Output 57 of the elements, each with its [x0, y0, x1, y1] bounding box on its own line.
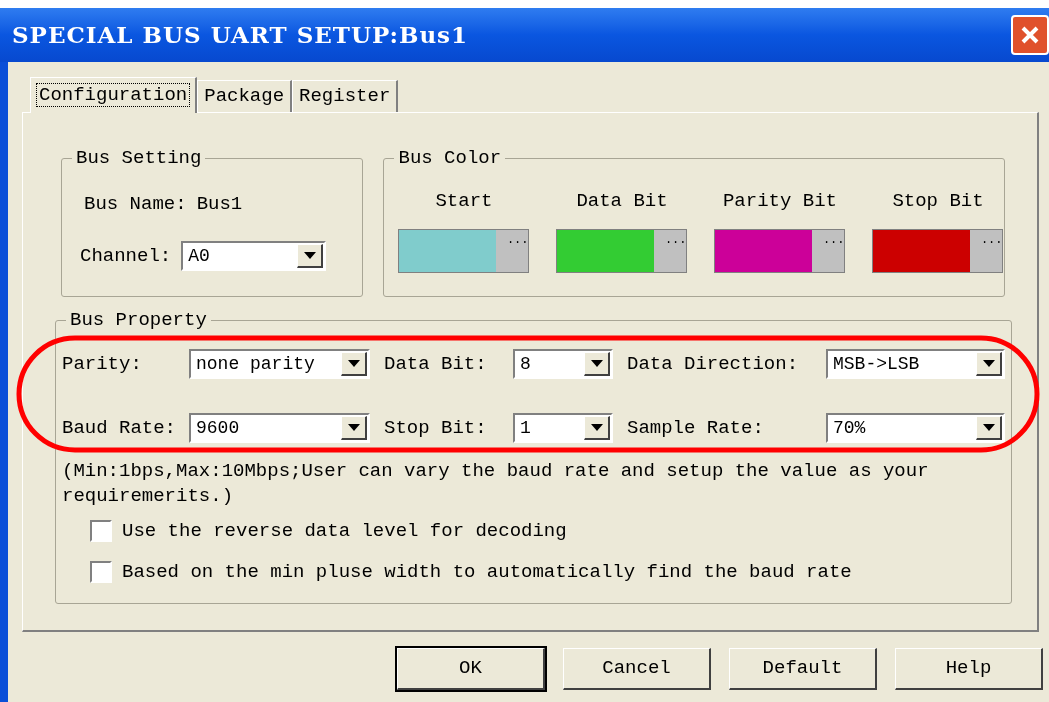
- more-button[interactable]: ...: [812, 230, 845, 272]
- tab[interactable]: Register: [292, 80, 399, 112]
- caret-down-icon: [590, 360, 603, 367]
- close-button[interactable]: [1011, 15, 1049, 55]
- dropdown-field[interactable]: MSB->LSB: [826, 349, 1005, 379]
- dialog-button[interactable]: Default: [729, 648, 877, 690]
- field-label: Data Bit:: [384, 351, 488, 377]
- dropdown-button[interactable]: [341, 416, 367, 440]
- caret-down-icon: [347, 360, 360, 367]
- color-picker[interactable]: ...: [556, 229, 688, 273]
- field-label: Parity:: [62, 351, 143, 377]
- checkbox[interactable]: [90, 520, 112, 543]
- checkbox-label: Use the reverse data level for decoding: [122, 519, 567, 544]
- close-icon: [1020, 25, 1040, 45]
- more-button[interactable]: ...: [654, 230, 687, 272]
- color-picker[interactable]: ...: [714, 229, 846, 273]
- dropdown-field[interactable]: 9600: [189, 413, 370, 443]
- dropdown-button[interactable]: [584, 416, 610, 440]
- caret-down-icon: [982, 360, 995, 367]
- dialog-button[interactable]: Help: [895, 648, 1043, 690]
- caret-down-icon: [347, 424, 360, 431]
- field-label: Stop Bit:: [384, 415, 488, 441]
- color-label: Stop Bit: [892, 189, 984, 214]
- dropdown-field[interactable]: 8: [513, 349, 613, 379]
- caret-down-icon: [303, 252, 316, 259]
- dropdown-field[interactable]: 1: [513, 413, 613, 443]
- color-picker[interactable]: ...: [872, 229, 1004, 273]
- color-label: Start: [435, 189, 493, 214]
- dropdown-button[interactable]: [976, 352, 1002, 376]
- color-picker[interactable]: ...: [398, 229, 530, 273]
- checkbox[interactable]: [90, 560, 112, 583]
- dialog-button[interactable]: OK: [397, 648, 545, 690]
- bus-name-value: Bus1: [196, 191, 243, 217]
- dropdown-field[interactable]: 70%: [826, 413, 1005, 443]
- channel-label: Channel:: [80, 243, 172, 269]
- color-label: Parity Bit: [722, 189, 837, 214]
- caret-down-icon: [982, 424, 995, 431]
- checkbox-label: Based on the min pluse width to automatically find the baud rate: [122, 559, 852, 585]
- baud-rate-note: (Min:1bps,Max:10Mbps;User can vary the baud rate and setup the value as your requiremerits.): [62, 459, 930, 509]
- tab[interactable]: Configuration: [30, 77, 198, 113]
- field-label: Data Direction:: [627, 351, 800, 377]
- field-label: Sample Rate:: [627, 415, 765, 441]
- dialog-button[interactable]: Cancel: [563, 648, 711, 690]
- dropdown-button[interactable]: [976, 416, 1002, 440]
- more-button[interactable]: ...: [496, 230, 529, 272]
- caret-down-icon: [590, 424, 603, 431]
- dropdown-button[interactable]: [341, 352, 367, 376]
- dropdown-field[interactable]: none parity: [189, 349, 370, 379]
- field-label: Baud Rate:: [62, 415, 178, 441]
- dropdown-button[interactable]: [584, 352, 610, 376]
- tab[interactable]: Package: [197, 80, 293, 112]
- dropdown-button[interactable]: [297, 244, 324, 268]
- window-title: SPECIAL BUS UART SETUP:Bus1: [12, 19, 469, 50]
- color-label: Data Bit: [576, 189, 668, 214]
- more-button[interactable]: ...: [970, 230, 1003, 272]
- bus-name-label: Bus Name:: [84, 191, 187, 217]
- dropdown-field[interactable]: A0: [181, 241, 327, 271]
